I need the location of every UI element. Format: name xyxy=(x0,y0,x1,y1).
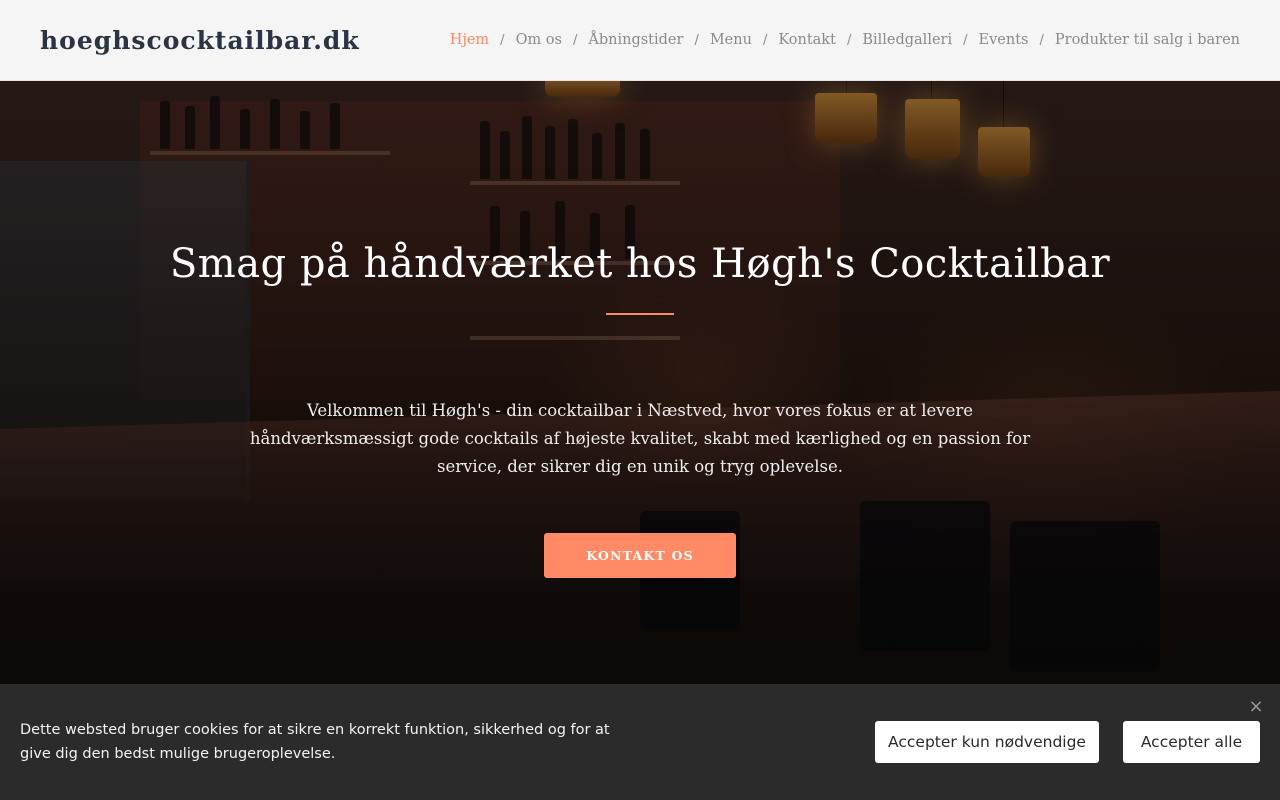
accept-necessary-button[interactable]: Accepter kun nødvendige xyxy=(875,721,1099,763)
hero-title: Smag på håndværket hos Høgh's Cocktailba… xyxy=(169,241,1111,287)
nav-item-menu[interactable]: Menu xyxy=(710,32,752,48)
main-nav: Hjem / Om os / Åbningstider / Menu / Kon… xyxy=(450,32,1240,48)
contact-button[interactable]: KONTAKT OS xyxy=(544,533,736,578)
nav-item-om-os[interactable]: Om os xyxy=(516,32,562,48)
nav-item-hjem[interactable]: Hjem xyxy=(450,32,489,48)
nav-separator: / xyxy=(572,32,578,48)
nav-item-kontakt[interactable]: Kontakt xyxy=(778,32,836,48)
nav-item-abningstider[interactable]: Åbningstider xyxy=(588,32,683,48)
nav-separator: / xyxy=(1039,32,1044,48)
nav-item-produkter[interactable]: Produkter til salg i baren xyxy=(1055,32,1240,48)
hero-description: Velkommen til Høgh's - din cocktailbar i… xyxy=(249,401,1031,476)
nav-item-events[interactable]: Events xyxy=(979,32,1029,48)
nav-separator: / xyxy=(762,32,768,48)
accept-all-button[interactable]: Accepter alle xyxy=(1123,721,1260,763)
nav-separator: / xyxy=(694,32,699,48)
close-icon[interactable]: × xyxy=(1246,697,1266,717)
nav-separator: / xyxy=(846,32,852,48)
site-logo[interactable]: hoeghscocktailbar.dk xyxy=(40,26,360,55)
site-header: hoeghscocktailbar.dk Hjem / Om os / Åbni… xyxy=(0,0,1280,81)
cookie-message: Dette websted bruger cookies for at sikr… xyxy=(20,722,610,762)
hero-content: Smag på håndværket hos Høgh's Cocktailba… xyxy=(0,81,1280,684)
nav-separator: / xyxy=(500,32,505,48)
nav-separator: / xyxy=(963,32,968,48)
cookie-consent-bar: Dette websted bruger cookies for at sikr… xyxy=(0,684,1280,800)
hero-divider xyxy=(606,313,674,315)
nav-item-billedgalleri[interactable]: Billedgalleri xyxy=(862,32,952,48)
hero-section: Smag på håndværket hos Høgh's Cocktailba… xyxy=(0,81,1280,684)
